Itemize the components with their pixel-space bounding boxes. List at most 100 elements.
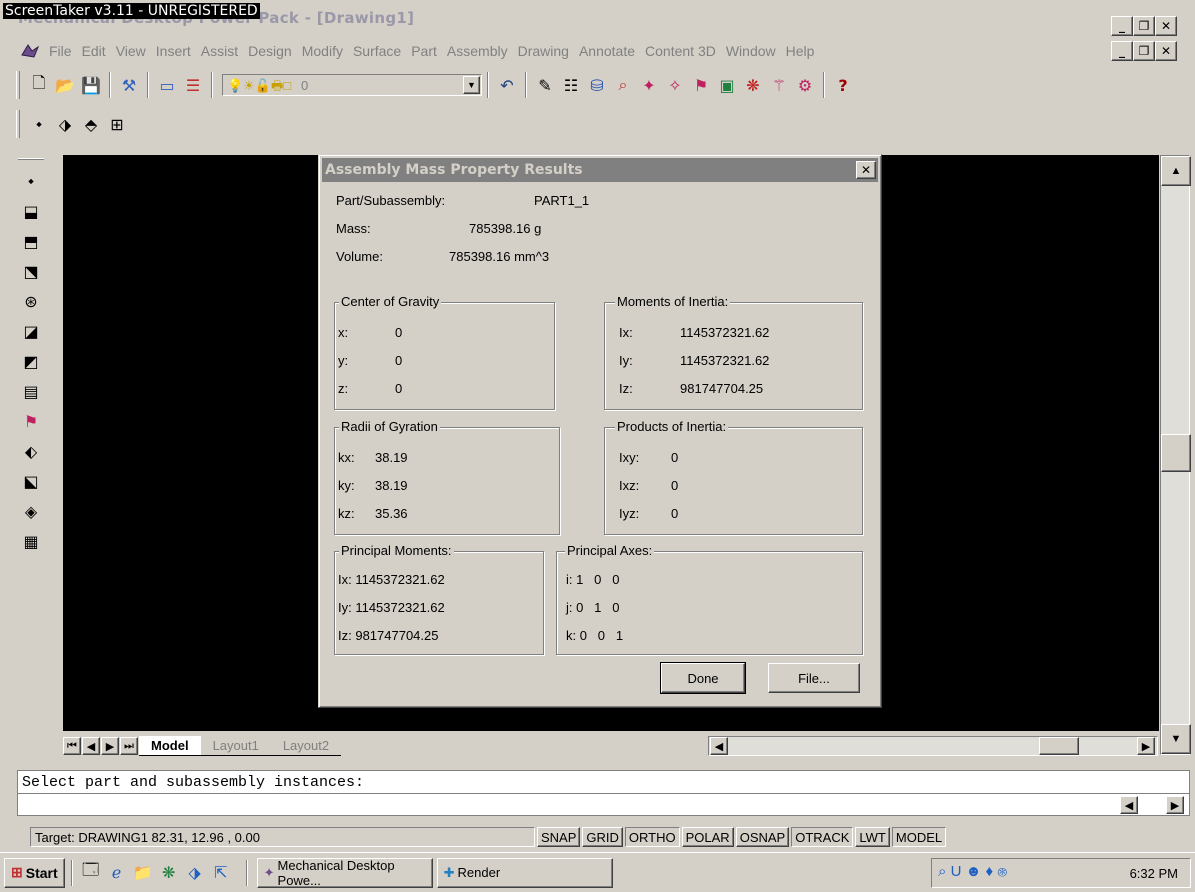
- menu-assist[interactable]: Assist: [196, 43, 243, 59]
- mirror-icon[interactable]: ◈: [19, 498, 43, 524]
- tool-shortcut-icon[interactable]: ⬗: [183, 861, 207, 885]
- scroll-right-icon[interactable]: ▶: [1137, 737, 1155, 755]
- task-mechanical-desktop[interactable]: ✦ Mechanical Desktop Powe...: [256, 857, 433, 888]
- osnap-toggle[interactable]: OSNAP: [735, 827, 790, 847]
- scroll-down-icon[interactable]: ▼: [1161, 724, 1191, 754]
- prev-tab-icon[interactable]: ◀: [82, 737, 100, 755]
- menu-file[interactable]: File: [44, 43, 77, 59]
- app-shortcut-icon[interactable]: ❋: [157, 861, 181, 885]
- menu-help[interactable]: Help: [781, 43, 820, 59]
- sketch-tool-icon[interactable]: ⬩: [19, 168, 43, 194]
- part-list-icon[interactable]: ▦: [19, 528, 43, 554]
- polar-toggle[interactable]: POLAR: [681, 827, 734, 847]
- chamfer-icon[interactable]: ◩: [19, 348, 43, 374]
- assembly-modeling-icon[interactable]: ⬗: [53, 112, 77, 136]
- doc-minimize-icon[interactable]: _: [1111, 41, 1133, 61]
- lwt-toggle[interactable]: LWT: [855, 827, 890, 847]
- toolbar-grip[interactable]: [16, 110, 20, 138]
- menu-window[interactable]: Window: [721, 43, 781, 59]
- layer-manager-icon[interactable]: ☰: [181, 73, 205, 97]
- properties-icon[interactable]: ⚒: [117, 73, 141, 97]
- hscroll-thumb[interactable]: [1039, 737, 1079, 755]
- cmd-scroll-right-icon[interactable]: ▶: [1166, 796, 1184, 814]
- explorer-icon[interactable]: 📁: [131, 861, 155, 885]
- scene-icon[interactable]: ⚚: [767, 73, 791, 97]
- horizontal-scrollbar[interactable]: ◀ ▶: [708, 736, 1158, 756]
- cmd-scroll-left-icon[interactable]: ◀: [1120, 796, 1138, 814]
- ortho-toggle[interactable]: ORTHO: [624, 827, 680, 847]
- render-icon[interactable]: ▣: [715, 73, 739, 97]
- toolbar-grip[interactable]: [18, 158, 44, 160]
- snap-toggle[interactable]: SNAP: [537, 827, 581, 847]
- desktop-browser-icon[interactable]: ⊞: [105, 112, 129, 136]
- menu-part[interactable]: Part: [406, 43, 442, 59]
- otrack-toggle[interactable]: OTRACK: [791, 827, 854, 847]
- menu-edit[interactable]: Edit: [77, 43, 111, 59]
- start-button[interactable]: ⊞ Start: [4, 857, 65, 888]
- extrude-icon[interactable]: ⬒: [19, 228, 43, 254]
- first-tab-icon[interactable]: ⏮: [63, 737, 81, 755]
- shell-icon[interactable]: ▤: [19, 378, 43, 404]
- close-icon[interactable]: ✕: [856, 161, 876, 179]
- help-icon[interactable]: ?: [831, 73, 855, 97]
- browser-icon[interactable]: ℯ: [105, 861, 129, 885]
- workplane-icon[interactable]: ⬖: [19, 438, 43, 464]
- desktop-icon[interactable]: 🗔: [79, 860, 103, 885]
- tab-layout1[interactable]: Layout1: [200, 736, 271, 756]
- next-tab-icon[interactable]: ▶: [101, 737, 119, 755]
- drawing-layout-icon[interactable]: ⬘: [79, 112, 103, 136]
- menu-content3d[interactable]: Content 3D: [640, 43, 721, 59]
- chevron-down-icon[interactable]: ▼: [463, 76, 480, 94]
- close-icon[interactable]: ✕: [1155, 16, 1177, 36]
- pattern-icon[interactable]: ⚑: [19, 408, 43, 434]
- menu-assembly[interactable]: Assembly: [442, 43, 513, 59]
- file-button[interactable]: File...: [768, 663, 860, 693]
- layer-icon[interactable]: ▭: [155, 73, 179, 97]
- menu-insert[interactable]: Insert: [151, 43, 196, 59]
- save-icon[interactable]: 💾: [79, 73, 103, 97]
- fillet-icon[interactable]: ◪: [19, 318, 43, 344]
- new-file-icon[interactable]: 🗋: [27, 73, 51, 97]
- menu-drawing[interactable]: Drawing: [513, 43, 574, 59]
- bom-icon[interactable]: ⚙: [793, 73, 817, 97]
- vertical-scrollbar[interactable]: ▲ ▼: [1160, 155, 1191, 755]
- sketch-icon[interactable]: ✎: [533, 73, 557, 97]
- last-tab-icon[interactable]: ⏭: [120, 737, 138, 755]
- open-folder-icon[interactable]: 📂: [53, 73, 77, 97]
- doc-restore-icon[interactable]: ❐: [1133, 41, 1155, 61]
- profile-icon[interactable]: ⬓: [19, 198, 43, 224]
- undo-icon[interactable]: ↶: [495, 73, 519, 97]
- search-part-icon[interactable]: ⌕: [611, 73, 635, 97]
- grid-toggle[interactable]: GRID: [582, 827, 623, 847]
- cursor-shortcut-icon[interactable]: ⇱: [209, 861, 233, 885]
- list-icon[interactable]: ☷: [559, 73, 583, 97]
- menu-annotate[interactable]: Annotate: [574, 43, 640, 59]
- menu-surface[interactable]: Surface: [348, 43, 406, 59]
- mass-props-icon[interactable]: ⚑: [689, 73, 713, 97]
- minimize-icon[interactable]: _: [1111, 16, 1133, 36]
- scroll-up-icon[interactable]: ▲: [1161, 156, 1191, 186]
- command-line[interactable]: Select part and subassembly instances: ◀…: [17, 770, 1190, 816]
- restore-icon[interactable]: ❐: [1133, 16, 1155, 36]
- hole-icon[interactable]: ⊛: [19, 288, 43, 314]
- explode-icon[interactable]: ❋: [741, 73, 765, 97]
- menu-design[interactable]: Design: [243, 43, 297, 59]
- done-button[interactable]: Done: [660, 662, 746, 694]
- menu-view[interactable]: View: [111, 43, 151, 59]
- menu-modify[interactable]: Modify: [297, 43, 348, 59]
- model-toggle[interactable]: MODEL: [891, 827, 947, 847]
- doc-close-icon[interactable]: ✕: [1155, 41, 1177, 61]
- revolve-icon[interactable]: ⬔: [19, 258, 43, 284]
- tray-icons[interactable]: ⌕ U ☻ ♦ ⊛: [938, 863, 1007, 880]
- tab-model[interactable]: Model: [139, 736, 201, 756]
- tab-layout2[interactable]: Layout2: [270, 736, 342, 756]
- toolbar-grip[interactable]: [16, 71, 20, 99]
- database-icon[interactable]: ⛁: [585, 73, 609, 97]
- task-render[interactable]: ✚ Render: [436, 857, 613, 888]
- assembly-icon[interactable]: ✦: [637, 73, 661, 97]
- split-icon[interactable]: ⬕: [19, 468, 43, 494]
- scroll-left-icon[interactable]: ◀: [710, 737, 728, 755]
- constraint-icon[interactable]: ✧: [663, 73, 687, 97]
- part-modeling-icon[interactable]: ⬩: [27, 112, 51, 136]
- layer-dropdown[interactable]: 💡☀🔓🖶□ 0 ▼: [222, 74, 482, 96]
